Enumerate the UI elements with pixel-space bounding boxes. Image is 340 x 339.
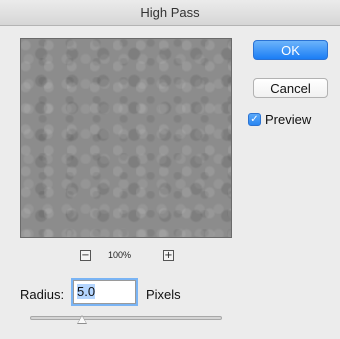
radius-label: Radius: xyxy=(20,287,65,302)
radius-value: 5.0 xyxy=(77,284,96,299)
cancel-button[interactable]: Cancel xyxy=(253,78,328,98)
zoom-level: 100% xyxy=(108,250,132,260)
preview-label: Preview xyxy=(265,112,312,127)
radius-input[interactable]: 5.0 xyxy=(73,280,136,304)
window-title: High Pass xyxy=(0,0,340,26)
zoom-out-button[interactable]: − xyxy=(80,250,91,261)
ok-button[interactable]: OK xyxy=(253,40,328,60)
radius-slider-track[interactable] xyxy=(30,316,222,320)
zoom-in-button[interactable]: + xyxy=(163,250,174,261)
preview-checkbox[interactable]: ✓ xyxy=(248,113,261,126)
radius-slider-thumb[interactable] xyxy=(76,315,87,324)
radius-unit-label: Pixels xyxy=(146,287,181,302)
filter-preview-image[interactable] xyxy=(20,38,232,238)
preview-toggle[interactable]: ✓ Preview xyxy=(248,112,311,127)
